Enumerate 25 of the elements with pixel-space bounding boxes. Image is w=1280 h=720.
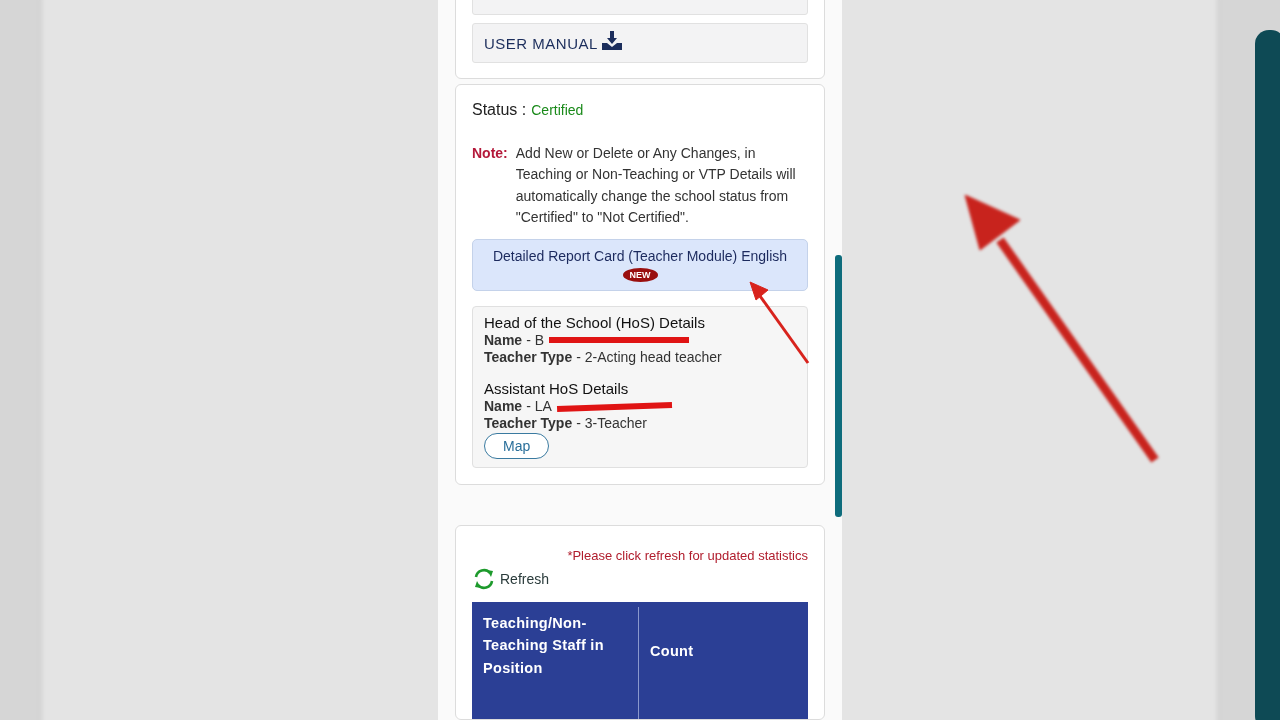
field-value: - 3-Teacher [576, 414, 647, 432]
section-title: Assistant HoS Details [484, 378, 630, 398]
download-icon[interactable] [601, 30, 622, 50]
table-header-cell: Count [638, 606, 804, 719]
note-label: Note: [472, 143, 508, 163]
refresh-link[interactable]: Refresh [500, 570, 550, 587]
note-text: Add New or Delete or Any Changes, in Teaching or Non-Teaching or VTP Details will automatically change the school status from "Certified" to "Not Certified". [515, 143, 797, 227]
user-manual-link[interactable]: USER MANUAL [484, 34, 598, 52]
new-badge: NEW [622, 267, 658, 282]
refresh-notice: *Please click refresh for updated statistics [566, 547, 808, 563]
section-title: Head of the School (HoS) Details [484, 312, 706, 332]
field-value: - LA [526, 397, 552, 415]
field-value: - 2-Acting head teacher [576, 348, 722, 366]
refresh-icon[interactable] [472, 566, 496, 591]
report-card-link[interactable]: Detailed Report Card (Teacher Module) English NEW [472, 238, 808, 291]
map-button[interactable]: Map [484, 432, 550, 459]
field-label: Name [484, 397, 523, 415]
report-card-title[interactable]: Detailed Report Card (Teacher Module) English [492, 247, 788, 264]
status-label: Status : [472, 100, 527, 119]
field-label: Teacher Type [484, 414, 573, 432]
status-value: Certified [531, 101, 584, 118]
field-label: Teacher Type [484, 348, 573, 366]
field-label: Name [484, 331, 523, 349]
table-header-cell-text: Teaching/Non-Teaching Staff in Position [482, 613, 605, 678]
field-value: - B [526, 331, 545, 349]
